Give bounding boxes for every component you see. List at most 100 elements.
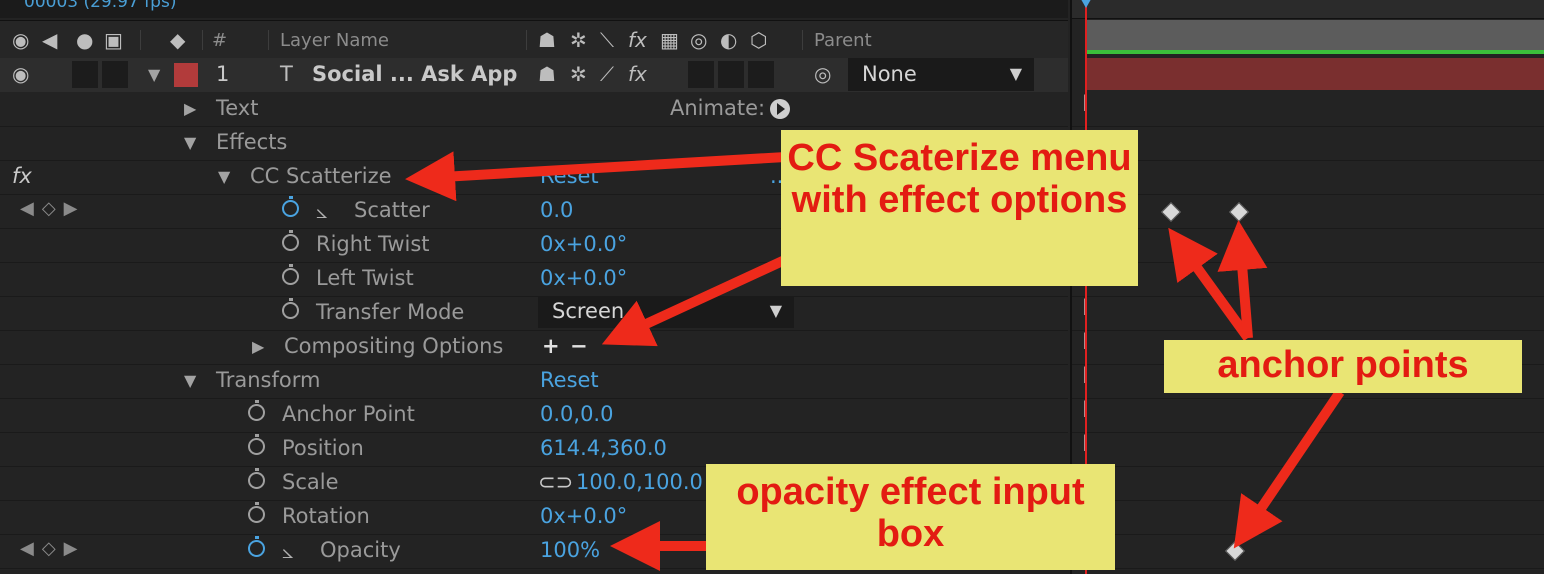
time-ruler[interactable] <box>1072 0 1544 19</box>
transfer-mode-label: Transfer Mode <box>316 300 465 324</box>
cc-scatterize-callout: CC Scaterize menu with effect options <box>781 130 1138 286</box>
remove-button[interactable]: − <box>570 334 588 358</box>
collapse-icon[interactable]: ✲ <box>570 29 587 51</box>
cc-scatterize-label[interactable]: CC Scatterize <box>250 164 392 188</box>
frame-blend-icon[interactable]: ▦ <box>660 29 679 51</box>
keyframe-diamond[interactable] <box>1225 541 1245 561</box>
timeline-row <box>1072 534 1544 569</box>
audio-icon[interactable]: ◀ <box>42 29 57 51</box>
layer-name[interactable]: Social ... Ask App <box>312 62 517 86</box>
parent-column-label: Parent <box>814 30 872 51</box>
timeline-row: I <box>1072 432 1544 467</box>
transform-reset-link[interactable]: Reset <box>540 368 599 392</box>
compositing-options-row[interactable]: ▶ Compositing Options + − <box>0 330 1068 365</box>
add-button[interactable]: + <box>542 334 560 358</box>
solo-switch[interactable] <box>72 61 98 88</box>
transfer-mode-dropdown[interactable]: Screen ▼ <box>538 296 794 328</box>
layer-duration-bar[interactable] <box>1086 58 1544 90</box>
keyframe-navigator[interactable]: ◀◇▶ <box>20 198 86 219</box>
rotation-value[interactable]: 0x+0.0° <box>540 504 627 528</box>
scatter-value[interactable]: 0.0 <box>540 198 573 222</box>
lock-icon[interactable]: ▣ <box>104 29 123 51</box>
cc-reset-link[interactable]: Reset <box>540 164 599 188</box>
timeline-panel[interactable]: I I I I I I <box>1070 0 1544 574</box>
stopwatch-icon[interactable] <box>282 196 299 217</box>
motion-blur-switch[interactable] <box>718 61 744 88</box>
adjustment-layer-icon[interactable]: ◐ <box>720 29 737 51</box>
right-twist-label: Right Twist <box>316 232 430 256</box>
stopwatch-icon[interactable] <box>248 502 265 523</box>
motion-blur-icon[interactable]: ◎ <box>690 29 707 51</box>
lock-switch[interactable] <box>102 61 128 88</box>
number-column-label: # <box>212 30 228 51</box>
keyframe-navigator[interactable]: ◀◇▶ <box>20 538 86 559</box>
layer-name-column-label[interactable]: Layer Name <box>280 30 389 51</box>
frame-blend-switch[interactable] <box>688 61 714 88</box>
anchor-point-row[interactable]: Anchor Point 0.0,0.0 <box>0 398 1068 433</box>
label-tag-icon[interactable]: ◆ <box>170 29 185 51</box>
graph-icon[interactable]: ⦣ <box>316 199 328 223</box>
stopwatch-icon[interactable] <box>282 298 299 319</box>
text-property-row[interactable]: ▶ Text Animate: <box>0 92 1068 127</box>
divider <box>268 30 269 50</box>
transform-label: Transform <box>216 368 321 392</box>
stopwatch-icon[interactable] <box>248 468 265 489</box>
timeline-row <box>1072 194 1544 229</box>
timeline-row <box>1072 228 1544 263</box>
stopwatch-icon[interactable] <box>248 400 265 421</box>
layer-label-color[interactable] <box>174 63 198 87</box>
link-icon[interactable]: ⊂⊃ <box>538 470 573 494</box>
parent-dropdown[interactable]: None ▼ <box>848 58 1034 91</box>
eye-icon[interactable]: ◉ <box>12 63 29 85</box>
work-area-bar[interactable] <box>1086 20 1544 52</box>
3d-switch[interactable] <box>748 61 774 88</box>
solo-icon[interactable]: ● <box>76 29 93 51</box>
shy-icon[interactable]: ☗ <box>538 63 556 85</box>
chevron-right-icon[interactable]: ▶ <box>184 99 196 118</box>
scale-value[interactable]: 100.0,100.0 <box>576 470 703 494</box>
stopwatch-icon[interactable] <box>282 264 299 285</box>
parent-value: None <box>862 62 917 86</box>
keyframe-diamond[interactable] <box>1229 202 1249 222</box>
left-twist-value[interactable]: 0x+0.0° <box>540 266 627 290</box>
transfer-mode-value: Screen <box>552 299 625 323</box>
chevron-down-icon[interactable]: ▼ <box>218 167 230 186</box>
fx-icon[interactable]: fx <box>628 29 647 51</box>
3d-layer-icon[interactable]: ⬡ <box>750 29 767 51</box>
pickwhip-icon[interactable]: ◎ <box>814 63 831 85</box>
shy-icon[interactable]: ☗ <box>538 29 556 51</box>
timeline-row: I <box>1072 296 1544 331</box>
timeline-row <box>1072 262 1544 297</box>
right-twist-value[interactable]: 0x+0.0° <box>540 232 627 256</box>
transform-group-row[interactable]: ▼ Transform Reset <box>0 364 1068 399</box>
keyframe-diamond[interactable] <box>1161 202 1181 222</box>
position-row[interactable]: Position 614.4,360.0 <box>0 432 1068 467</box>
animate-label[interactable]: Animate: <box>670 96 765 120</box>
anchor-point-value[interactable]: 0.0,0.0 <box>540 402 613 426</box>
graph-icon[interactable]: ⦣ <box>282 539 294 563</box>
layer-expand-toggle[interactable]: ▼ <box>148 65 160 84</box>
chevron-right-icon[interactable]: ▶ <box>252 337 264 356</box>
text-property-label: Text <box>216 96 259 120</box>
fx-icon[interactable]: fx <box>628 63 647 85</box>
fps-readout[interactable]: 00003 (29.97 fps) <box>24 0 176 12</box>
rotation-label: Rotation <box>282 504 370 528</box>
layer-row[interactable]: ◉ ▼ 1 T Social ... Ask App ☗ ✲ ⟋ fx ◎ No… <box>0 58 1068 92</box>
eye-icon[interactable]: ◉ <box>12 29 29 51</box>
quality-icon[interactable]: ⟍ <box>600 29 614 51</box>
position-value[interactable]: 614.4,360.0 <box>540 436 667 460</box>
collapse-icon[interactable]: ✲ <box>570 63 587 85</box>
timeline-row <box>1072 160 1544 195</box>
transfer-mode-row[interactable]: Transfer Mode Screen ▼ <box>0 296 1068 331</box>
stopwatch-icon[interactable] <box>248 536 265 557</box>
quality-icon[interactable]: ⟋ <box>600 63 614 85</box>
chevron-down-icon[interactable]: ▼ <box>184 371 196 390</box>
stopwatch-icon[interactable] <box>248 434 265 455</box>
chevron-down-icon[interactable]: ▼ <box>184 133 196 152</box>
playhead-handle[interactable] <box>1076 0 1096 10</box>
timeline-row <box>1072 126 1544 161</box>
fx-badge-icon[interactable]: fx <box>12 164 32 188</box>
animate-button[interactable] <box>770 99 790 119</box>
opacity-value[interactable]: 100% <box>540 538 600 562</box>
stopwatch-icon[interactable] <box>282 230 299 251</box>
